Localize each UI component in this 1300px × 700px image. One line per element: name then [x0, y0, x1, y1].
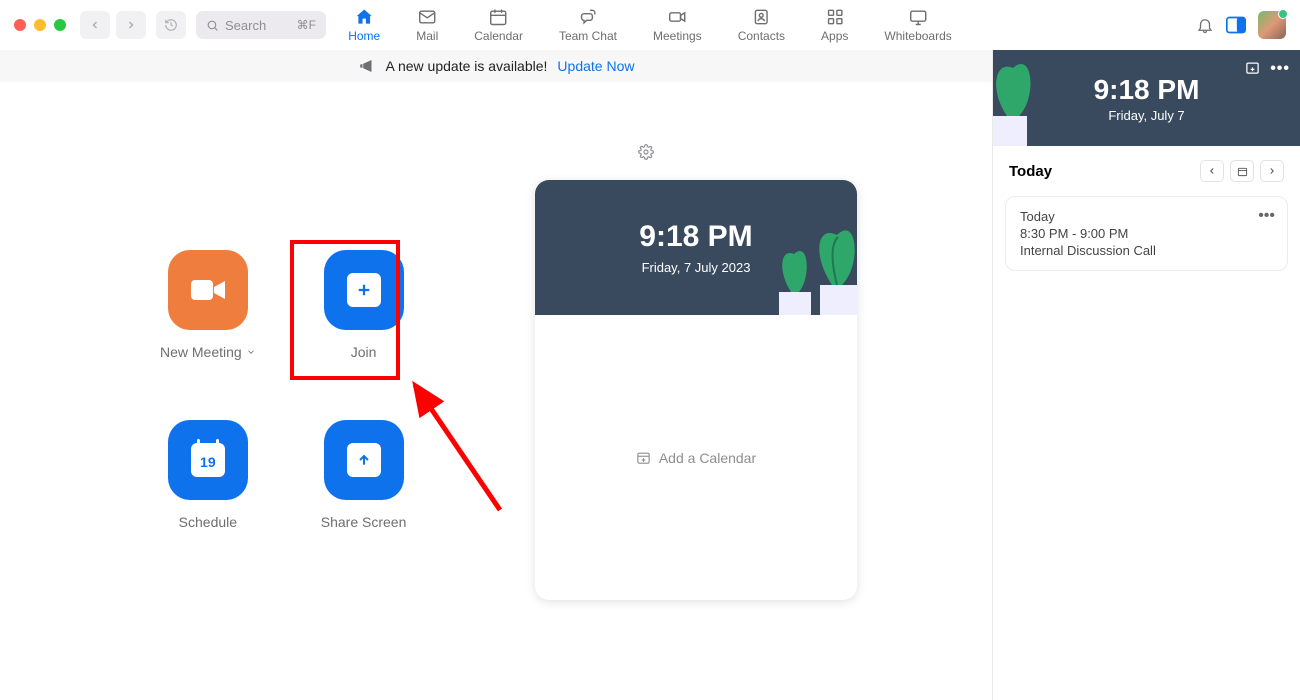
titlebar: Search ⌘F Home Mail Calendar Team Chat M…	[0, 0, 1300, 50]
history-button[interactable]	[156, 11, 186, 39]
today-header: Today	[993, 146, 1300, 196]
more-options-button[interactable]: •••	[1270, 60, 1290, 80]
home-actions: New Meeting Join 19	[160, 250, 411, 530]
whiteboard-icon	[908, 7, 928, 27]
tab-home[interactable]: Home	[348, 7, 380, 43]
chat-icon	[578, 7, 598, 27]
contacts-icon	[751, 7, 771, 27]
tab-team-chat[interactable]: Team Chat	[559, 7, 617, 43]
new-meeting-action: New Meeting	[160, 250, 256, 360]
update-banner: A new update is available! Update Now	[0, 50, 992, 82]
event-time: 8:30 PM - 9:00 PM	[1020, 226, 1273, 241]
tab-whiteboards[interactable]: Whiteboards	[884, 7, 951, 43]
plus-icon	[355, 281, 373, 299]
schedule-action: 19 Schedule	[160, 420, 256, 530]
notifications-button[interactable]	[1196, 16, 1214, 34]
chevron-right-icon	[1267, 166, 1277, 176]
tab-home-label: Home	[348, 29, 380, 43]
tab-contacts-label: Contacts	[738, 29, 785, 43]
jump-today-button[interactable]	[1230, 160, 1254, 182]
event-title: Internal Discussion Call	[1020, 243, 1273, 258]
share-screen-button[interactable]	[324, 420, 404, 500]
tab-apps[interactable]: Apps	[821, 7, 848, 43]
tab-mail[interactable]: Mail	[416, 7, 438, 43]
mail-icon	[417, 7, 437, 27]
video-icon	[667, 7, 687, 27]
maximize-window-icon[interactable]	[54, 19, 66, 31]
tab-team-chat-label: Team Chat	[559, 29, 617, 43]
plant-illustration-icon	[769, 240, 811, 315]
new-meeting-button[interactable]	[168, 250, 248, 330]
tab-whiteboards-label: Whiteboards	[884, 29, 951, 43]
calendar-card-time: 9:18 PM	[639, 220, 752, 254]
calendar-hero: 9:18 PM Friday, 7 July 2023	[535, 180, 857, 315]
calendar-card: 9:18 PM Friday, 7 July 2023 Add a Calend…	[535, 180, 857, 600]
right-hero: ••• 9:18 PM Friday, July 7	[993, 50, 1300, 146]
tab-meetings[interactable]: Meetings	[653, 7, 702, 43]
new-meeting-label[interactable]: New Meeting	[160, 344, 256, 360]
calendar-icon	[1237, 166, 1248, 177]
tab-mail-label: Mail	[416, 29, 438, 43]
join-action: Join	[316, 250, 412, 360]
today-heading: Today	[1009, 163, 1052, 180]
calendar-plus-icon	[1245, 60, 1260, 75]
arrow-up-icon	[356, 452, 372, 468]
right-panel-date: Friday, July 7	[1108, 108, 1184, 123]
search-input[interactable]: Search ⌘F	[196, 11, 326, 39]
tab-meetings-label: Meetings	[653, 29, 702, 43]
event-day: Today	[1020, 209, 1273, 224]
titlebar-right-controls	[1196, 11, 1286, 39]
update-now-link[interactable]: Update Now	[557, 58, 634, 74]
window-traffic-lights	[14, 19, 66, 31]
tab-apps-label: Apps	[821, 29, 848, 43]
schedule-button[interactable]: 19	[168, 420, 248, 500]
nav-buttons	[80, 11, 146, 39]
back-button[interactable]	[80, 11, 110, 39]
calendar-icon	[489, 7, 509, 27]
calendar-card-date: Friday, 7 July 2023	[642, 260, 751, 275]
sidebar-icon	[1226, 16, 1246, 34]
right-sidebar: ••• 9:18 PM Friday, July 7 Today ••• Tod…	[992, 50, 1300, 700]
prev-day-button[interactable]	[1200, 160, 1224, 182]
settings-button[interactable]	[638, 144, 654, 165]
annotation-arrow-icon	[405, 370, 515, 520]
search-icon	[206, 19, 219, 32]
minimize-window-icon[interactable]	[34, 19, 46, 31]
home-pane: A new update is available! Update Now Ne…	[0, 50, 992, 700]
right-panel-time: 9:18 PM	[1094, 74, 1200, 106]
update-banner-text: A new update is available!	[386, 58, 548, 74]
user-avatar[interactable]	[1258, 11, 1286, 39]
forward-button[interactable]	[116, 11, 146, 39]
chevron-down-icon	[246, 347, 256, 357]
main-tabs: Home Mail Calendar Team Chat Meetings Co…	[348, 0, 952, 50]
chevron-left-icon	[1207, 166, 1217, 176]
next-day-button[interactable]	[1260, 160, 1284, 182]
toggle-sidebar-button[interactable]	[1226, 16, 1246, 34]
tab-calendar[interactable]: Calendar	[474, 7, 523, 43]
tab-calendar-label: Calendar	[474, 29, 523, 43]
gear-icon	[638, 144, 654, 160]
event-card[interactable]: ••• Today 8:30 PM - 9:00 PM Internal Dis…	[1005, 196, 1288, 271]
join-label: Join	[351, 344, 377, 360]
search-shortcut: ⌘F	[297, 18, 316, 32]
share-screen-action: Share Screen	[316, 420, 412, 530]
megaphone-icon	[358, 57, 376, 75]
calendar-add-button[interactable]	[1245, 60, 1260, 80]
share-screen-label: Share Screen	[321, 514, 407, 530]
apps-icon	[825, 7, 845, 27]
add-calendar-button[interactable]: Add a Calendar	[636, 450, 756, 466]
video-camera-icon	[188, 275, 228, 305]
add-calendar-label: Add a Calendar	[659, 450, 756, 466]
event-more-button[interactable]: •••	[1258, 207, 1275, 225]
search-placeholder: Search	[225, 18, 266, 33]
home-icon	[354, 7, 374, 27]
bell-icon	[1196, 16, 1214, 34]
tab-contacts[interactable]: Contacts	[738, 7, 785, 43]
plant-illustration-icon	[993, 50, 1043, 146]
calendar-plus-icon	[636, 450, 651, 465]
schedule-label: Schedule	[179, 514, 237, 530]
close-window-icon[interactable]	[14, 19, 26, 31]
schedule-icon-day: 19	[200, 454, 216, 470]
join-button[interactable]	[324, 250, 404, 330]
